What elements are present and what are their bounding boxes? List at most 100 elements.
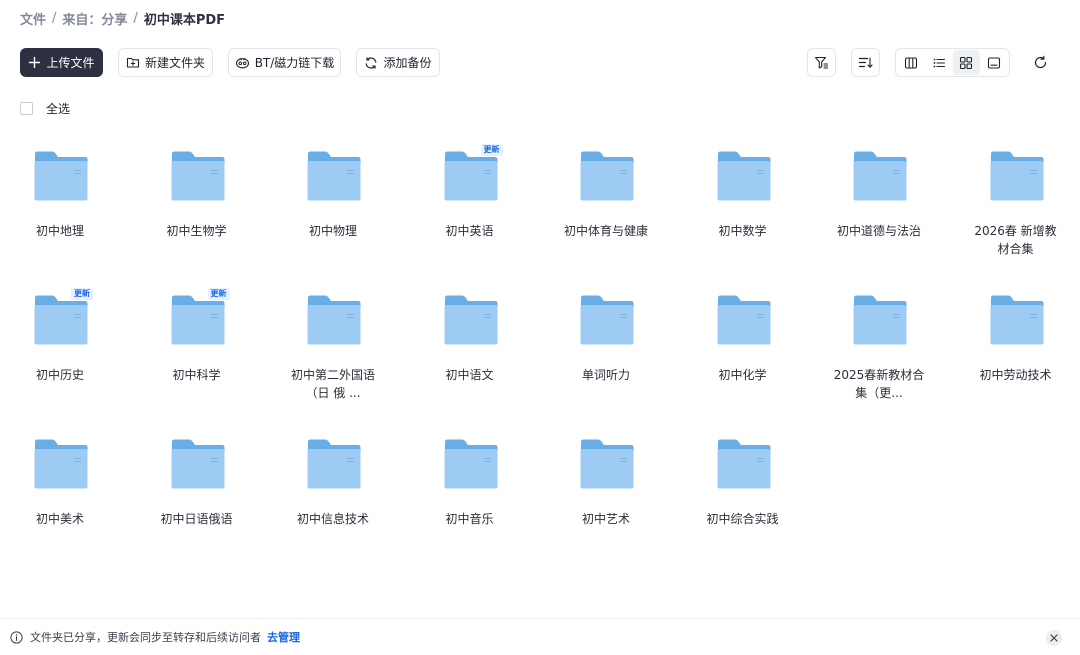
folder-icon (580, 295, 634, 345)
folder-icon (580, 439, 634, 489)
folder-name: 初中综合实践 (706, 512, 779, 526)
sort-button[interactable] (851, 48, 880, 77)
folder-item[interactable]: 初中数学 (683, 138, 803, 268)
folder-name: 初中第二外国语（日 俄 ... (290, 368, 375, 400)
breadcrumb-files[interactable]: 文件 (20, 9, 46, 28)
folder-icon (990, 295, 1043, 345)
folder-name: 初中历史 (35, 368, 84, 382)
folder-item[interactable]: 初中日语俄语 (137, 426, 257, 556)
column-view-button[interactable] (897, 50, 925, 75)
folder-item[interactable]: 初中艺术 (546, 426, 666, 556)
folder-item[interactable]: 初中信息技术 (273, 426, 393, 556)
new-folder-button[interactable]: 新建文件夹 (118, 48, 213, 77)
manage-link[interactable]: 去管理 (267, 629, 300, 645)
folder-name: 初中美术 (35, 512, 84, 526)
select-all-checkbox[interactable] (20, 102, 33, 115)
select-all-label[interactable]: 全选 (46, 100, 70, 117)
refresh-button[interactable] (1026, 48, 1055, 77)
breadcrumb-separator: / (133, 10, 138, 26)
folder-item[interactable]: 2025春新教材合集（更... (819, 282, 939, 412)
folder-name: 初中音乐 (445, 512, 494, 526)
column-view-icon (904, 56, 917, 69)
grid-view-button[interactable] (952, 50, 981, 75)
folder-icon (853, 295, 907, 345)
folder-name: 初中日语俄语 (160, 512, 233, 526)
plus-icon (29, 56, 41, 69)
list-view-icon (933, 58, 945, 67)
preview-view-button[interactable] (980, 50, 1008, 75)
folder-name: 初中数学 (718, 224, 767, 238)
folder-item[interactable]: 更新 初中英语 (410, 138, 530, 268)
view-mode-switcher (895, 48, 1010, 77)
folder-name: 初中艺术 (581, 512, 630, 526)
folder-item[interactable]: 初中音乐 (410, 426, 530, 556)
folder-item[interactable]: 初中美术 (0, 426, 120, 556)
folder-icon (171, 439, 224, 489)
add-backup-button[interactable]: 添加备份 (356, 48, 440, 77)
folder-name: 单词听力 (581, 368, 630, 382)
list-view-button[interactable] (925, 50, 953, 75)
folder-icon (444, 151, 497, 201)
folder-icon (580, 151, 634, 201)
folder-item[interactable]: 初中综合实践 (683, 426, 803, 556)
updated-badge: 更新 (207, 288, 230, 300)
add-backup-button-label: 添加备份 (383, 56, 432, 70)
folder-item[interactable]: 初中语文 (410, 282, 530, 412)
sort-icon (858, 57, 873, 68)
folder-name: 初中道德与法治 (836, 224, 921, 238)
breadcrumb-separator: / (52, 10, 57, 26)
share-notice-text: 文件夹已分享，更新会同步至转存和后续访问者 (30, 631, 261, 644)
folder-name: 初中科学 (172, 368, 221, 382)
folder-item[interactable]: 2026春 新增教材合集 (956, 138, 1076, 268)
refresh-icon (1034, 55, 1047, 69)
sync-icon (366, 56, 377, 69)
breadcrumb-from-share[interactable]: 来自：分享 (62, 9, 127, 28)
preview-view-icon (988, 56, 1001, 69)
folder-icon (34, 151, 88, 201)
close-notice-button[interactable] (1046, 630, 1062, 646)
folder-name: 初中化学 (718, 368, 767, 382)
folder-item[interactable]: 初中第二外国语（日 俄 ... (273, 282, 393, 412)
folder-name: 初中地理 (35, 224, 84, 238)
folder-item[interactable]: 初中道德与法治 (819, 138, 939, 268)
folder-name: 初中物理 (308, 224, 357, 238)
folder-item[interactable]: 初中化学 (683, 282, 803, 412)
folder-item[interactable]: 初中地理 (0, 138, 120, 268)
folder-icon (34, 439, 88, 489)
magnet-icon (235, 57, 249, 69)
folder-item[interactable]: 初中生物学 (137, 138, 257, 268)
breadcrumb: 文件 / 来自：分享 / 初中课本PDF (20, 9, 226, 28)
folder-icon (444, 439, 497, 489)
folder-item[interactable]: 初中劳动技术 (956, 282, 1076, 412)
folder-item[interactable]: 初中物理 (273, 138, 393, 268)
folder-item[interactable]: 更新初中科学 (137, 282, 257, 412)
close-icon (1050, 634, 1058, 642)
folder-name: 初中信息技术 (296, 512, 369, 526)
folder-icon (853, 151, 907, 201)
upload-button[interactable]: 上传文件 (20, 48, 103, 77)
folder-name: 2025春新教材合集（更... (833, 368, 925, 400)
folder-icon (717, 295, 770, 345)
folder-icon (34, 295, 88, 345)
folder-icon (444, 295, 497, 345)
folder-name: 2026春 新增教材合集 (974, 224, 1057, 256)
folder-name: 初中生物学 (166, 224, 227, 238)
folder-icon (307, 439, 361, 489)
upload-button-label: 上传文件 (46, 56, 95, 70)
share-notice-bar: 文件夹已分享，更新会同步至转存和后续访问者 去管理 (0, 618, 1080, 655)
folder-name: 初中英语 (445, 224, 494, 238)
updated-badge: 更新 (71, 288, 93, 300)
select-all-row: 全选 (20, 100, 70, 117)
breadcrumb-current: 初中课本PDF (143, 12, 226, 28)
folder-item[interactable]: 单词听力 (546, 282, 666, 412)
folder-item[interactable]: 更新初中历史 (0, 282, 120, 412)
folder-name: 初中劳动技术 (979, 368, 1052, 382)
folder-icon (990, 151, 1043, 201)
folder-icon (171, 151, 224, 201)
bt-magnet-download-button[interactable]: BT/磁力链下载 (228, 48, 341, 77)
folder-icon (717, 151, 770, 201)
folder-item[interactable]: 初中体育与健康 (546, 138, 666, 268)
folder-icon (717, 439, 770, 489)
folder-name: 初中体育与健康 (563, 224, 648, 238)
filter-button[interactable] (807, 48, 836, 77)
